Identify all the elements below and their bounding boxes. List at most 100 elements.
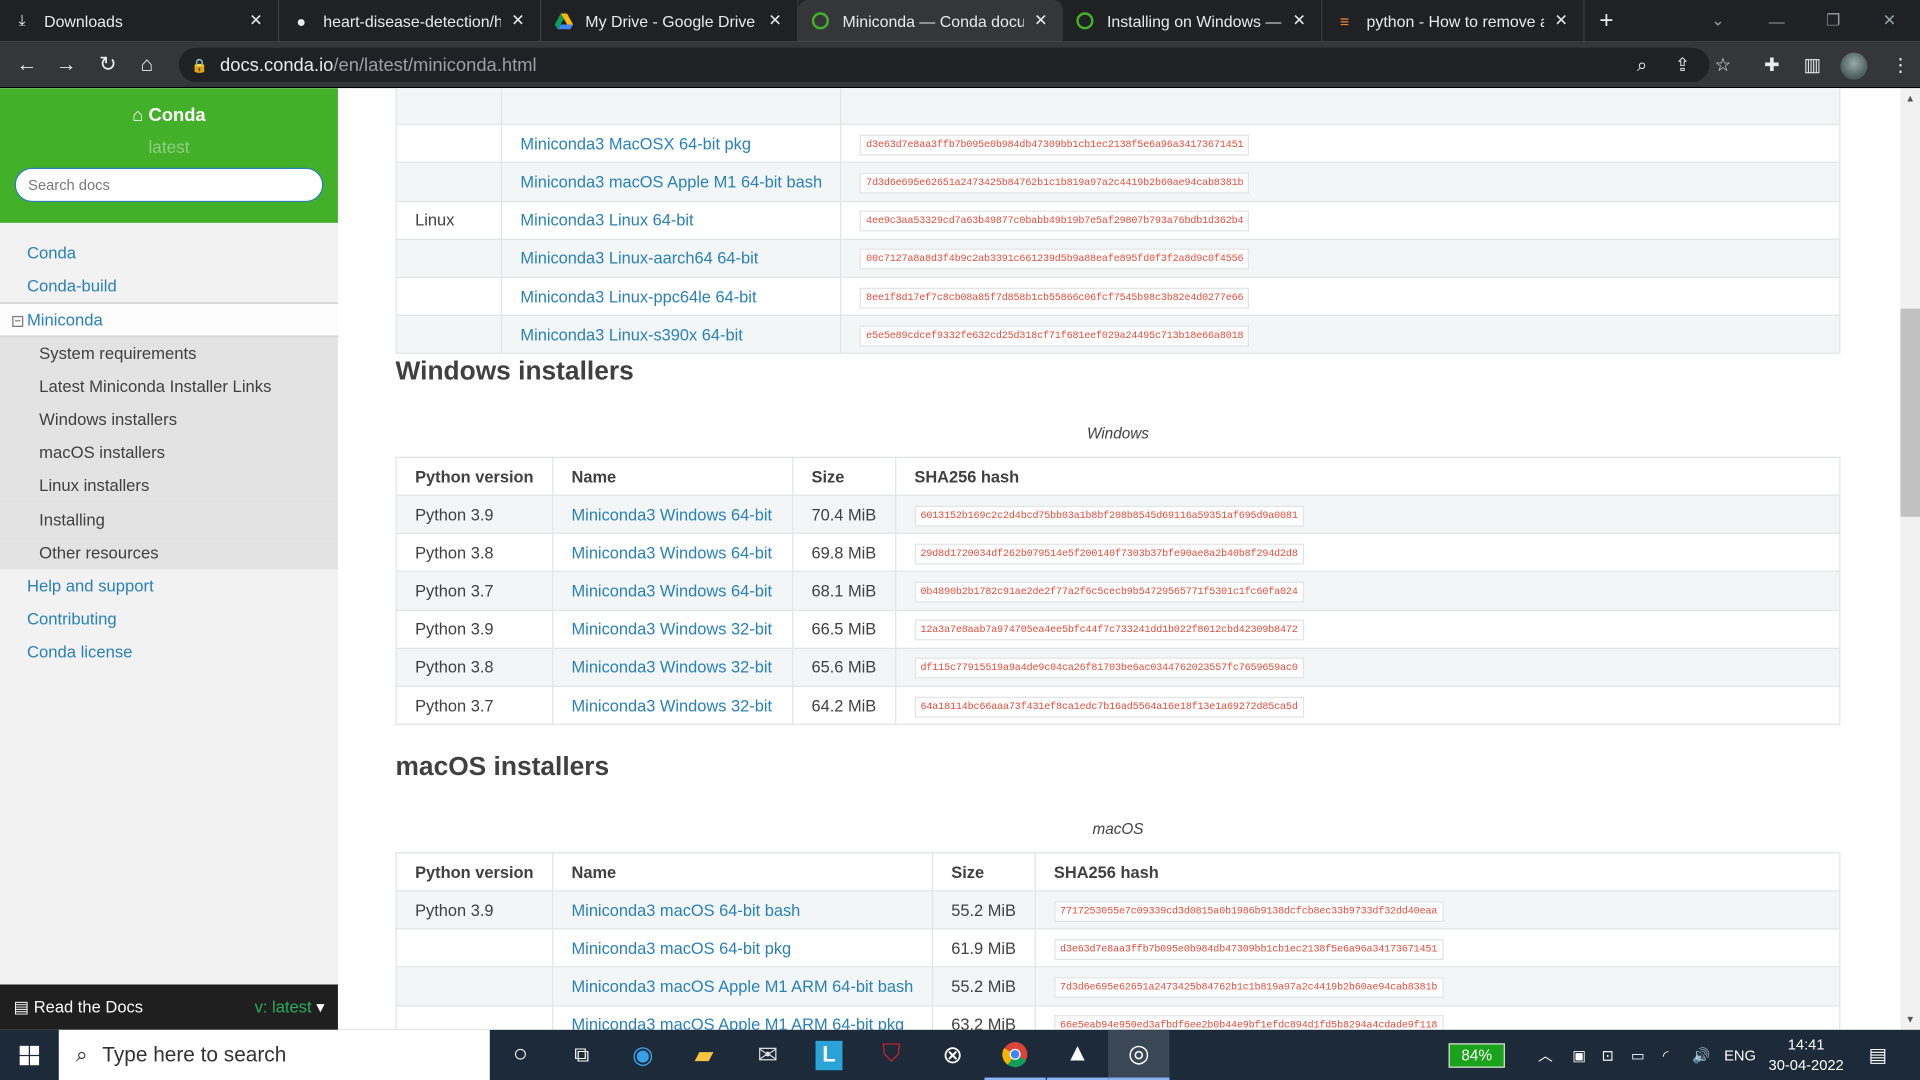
chrome-icon[interactable]: [984, 1030, 1046, 1080]
sidebar-subitem[interactable]: Latest Miniconda Installer Links: [0, 369, 338, 403]
sidebar-subitem[interactable]: System requirements: [0, 336, 338, 370]
battery-icon[interactable]: ▭: [1631, 1030, 1645, 1080]
loading-icon: [1075, 11, 1095, 31]
installer-link[interactable]: Miniconda3 macOS Apple M1 ARM 64-bit pkg: [572, 1015, 905, 1030]
forward-icon[interactable]: →: [47, 42, 86, 89]
address-bar[interactable]: 🔒 docs.conda.io/en/latest/miniconda.html: [178, 47, 1710, 83]
tab-github[interactable]: ● heart-disease-detection/he ✕: [279, 0, 542, 42]
installer-link[interactable]: Miniconda3 Linux-s390x 64-bit: [520, 325, 742, 343]
battery-indicator[interactable]: 84%: [1448, 1043, 1505, 1068]
installer-link[interactable]: Miniconda3 MacOSX 64-bit pkg: [520, 134, 751, 152]
column-header: Name: [551, 852, 933, 892]
sha256-hash: 00c7127a8a8d3f4b9c2ab3391c661239d5b9a88e…: [860, 248, 1250, 270]
scroll-up-icon[interactable]: ▲: [1900, 91, 1920, 108]
close-tab-icon[interactable]: ✕: [1289, 11, 1309, 31]
sidebar-item-license[interactable]: Conda license: [0, 636, 338, 669]
close-tab-icon[interactable]: ✕: [508, 11, 528, 31]
sha256-hash: df115c77915519a9a4de9c04ca26f81703be6ac0…: [914, 657, 1304, 679]
reload-icon[interactable]: ↻: [88, 42, 127, 89]
share-icon[interactable]: ⇪: [1663, 42, 1702, 89]
minimize-icon[interactable]: —: [1749, 0, 1805, 42]
download-icon: ⤓: [18, 11, 26, 30]
installer-link[interactable]: Miniconda3 macOS Apple M1 ARM 64-bit bas…: [572, 977, 914, 995]
tab-installing-windows[interactable]: Installing on Windows — c ✕: [1063, 0, 1323, 42]
language-indicator[interactable]: ENG: [1724, 1030, 1756, 1080]
scroll-down-icon[interactable]: ▼: [1900, 1011, 1920, 1028]
sidebar-item-conda[interactable]: Conda: [0, 236, 338, 269]
installer-link[interactable]: Miniconda3 Windows 64-bit: [572, 505, 773, 523]
file-explorer-icon[interactable]: ▰: [673, 1030, 734, 1080]
home-icon[interactable]: ⌂: [127, 42, 166, 89]
sha256-hash: 8ee1f8d17ef7c8cb08a85f7d858b1cb55866c06f…: [860, 287, 1250, 308]
tab-miniconda[interactable]: Miniconda — Conda docum ✕: [798, 0, 1063, 42]
installer-link[interactable]: Miniconda3 Windows 32-bit: [572, 696, 773, 714]
scrollbar-thumb[interactable]: [1900, 308, 1920, 517]
tab-google-drive[interactable]: My Drive - Google Drive ✕: [541, 0, 799, 42]
tray-app-icon[interactable]: ⊡: [1602, 1030, 1614, 1080]
volume-icon[interactable]: 🔊: [1692, 1030, 1710, 1080]
installer-link[interactable]: Miniconda3 Windows 64-bit: [572, 543, 773, 561]
edge-icon[interactable]: ◉: [612, 1030, 673, 1080]
mail-icon[interactable]: ✉: [737, 1030, 798, 1080]
installer-link[interactable]: Miniconda3 Linux-aarch64 64-bit: [520, 249, 758, 267]
sidebar-item-miniconda[interactable]: − Miniconda: [0, 302, 338, 337]
anaconda-icon[interactable]: ◎: [1108, 1029, 1170, 1080]
installer-link[interactable]: Miniconda3 Windows 32-bit: [572, 658, 773, 676]
close-tab-icon[interactable]: ✕: [765, 11, 785, 31]
mcafee-icon[interactable]: ⛉: [861, 1030, 922, 1080]
tab-stackoverflow[interactable]: ≡ python - How to remove ar ✕: [1322, 0, 1585, 42]
page-scrollbar[interactable]: [1900, 88, 1920, 1030]
sidebar-item-contributing[interactable]: Contributing: [0, 603, 338, 636]
search-docs-input[interactable]: Search docs: [14, 167, 324, 203]
side-panel-icon[interactable]: ▥: [1793, 42, 1832, 89]
show-hidden-icons[interactable]: ︿: [1538, 1030, 1553, 1080]
sidebar-subitem[interactable]: Windows installers: [0, 402, 338, 437]
notifications-icon[interactable]: ▤: [1869, 1030, 1888, 1080]
tab-title: Installing on Windows — c: [1106, 11, 1283, 31]
new-tab-button[interactable]: +: [1587, 0, 1636, 42]
profile-avatar[interactable]: [1840, 52, 1868, 80]
installer-link[interactable]: Miniconda3 Windows 32-bit: [572, 620, 773, 638]
windows-installers-table: Python version Name Size SHA256 hash Pyt…: [395, 456, 1841, 726]
photos-icon[interactable]: ▲: [1046, 1030, 1109, 1080]
close-tab-icon[interactable]: ✕: [1551, 11, 1571, 31]
sidebar-header: ⌂ Conda latest Search docs: [0, 88, 338, 223]
installer-link[interactable]: Miniconda3 macOS 64-bit bash: [572, 901, 801, 919]
start-windows-icon[interactable]: [0, 1030, 59, 1080]
installer-link[interactable]: Miniconda3 Windows 64-bit: [572, 582, 773, 600]
installer-link[interactable]: Miniconda3 macOS Apple M1 64-bit bash: [520, 173, 822, 191]
bookmark-star-icon[interactable]: ☆: [1703, 42, 1742, 89]
sidebar-subitem[interactable]: macOS installers: [0, 436, 338, 470]
sidebar-item-help[interactable]: Help and support: [0, 569, 338, 602]
tab-search-icon[interactable]: ⌄: [1690, 0, 1746, 42]
task-view-icon[interactable]: ⧉: [551, 1030, 612, 1080]
extensions-icon[interactable]: ✚: [1752, 42, 1791, 89]
zoom-icon[interactable]: ⌕: [1622, 42, 1661, 89]
collapse-toggle-icon[interactable]: −: [12, 316, 24, 328]
wifi-icon[interactable]: ◜: [1663, 1030, 1669, 1080]
sidebar-subitem[interactable]: Installing: [0, 502, 338, 536]
back-icon[interactable]: ←: [7, 42, 46, 89]
sidebar-item-conda-build[interactable]: Conda-build: [0, 270, 338, 303]
system-clock[interactable]: 14:41 30-04-2022: [1758, 1035, 1854, 1077]
tray-app-icon[interactable]: ▣: [1572, 1030, 1586, 1080]
taskbar-search-input[interactable]: ⌕ Type here to search: [58, 1029, 490, 1080]
close-window-icon[interactable]: ✕: [1861, 0, 1917, 42]
close-tab-icon[interactable]: ✕: [246, 11, 266, 31]
project-title[interactable]: ⌂ Conda: [0, 105, 338, 126]
sidebar-subitem[interactable]: Other resources: [0, 535, 338, 570]
menu-icon[interactable]: ⋮: [1881, 42, 1920, 89]
close-tab-icon[interactable]: ✕: [1031, 11, 1051, 31]
read-the-docs-bar[interactable]: ▤ Read the Docs v: latest ▾: [0, 984, 338, 1030]
table-caption: Windows: [1086, 424, 1149, 443]
tab-downloads[interactable]: ⤓ Downloads ✕: [0, 0, 280, 42]
installer-link[interactable]: Miniconda3 Linux-ppc64le 64-bit: [520, 287, 756, 305]
cortana-icon[interactable]: ○: [490, 1030, 551, 1080]
installer-link[interactable]: Miniconda3 Linux 64-bit: [520, 211, 693, 229]
installer-link[interactable]: Miniconda3 macOS 64-bit pkg: [572, 939, 792, 957]
sidebar-subitem[interactable]: Linux installers: [0, 469, 338, 503]
xbox-icon[interactable]: ⊗: [922, 1030, 983, 1080]
project-version: latest: [148, 137, 190, 157]
app-l-icon[interactable]: L: [798, 1030, 859, 1080]
restore-icon[interactable]: ❐: [1805, 0, 1861, 42]
